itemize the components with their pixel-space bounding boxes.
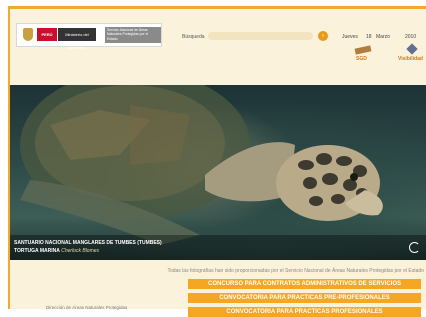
date-year: 2010 [405,34,417,40]
loading-spinner-icon [409,242,420,253]
logo[interactable]: PERÚ Ministerio del Ambiente Servicio Na… [16,23,162,50]
search-go-button[interactable]: › [318,31,328,41]
search-label: Búsqueda [182,34,205,40]
practicas-preprofesionales-button[interactable]: CONVOCATORIA PARA PRACTICAS PRE-PROFESIO… [188,293,421,303]
hero-author: Cherlock Blomes [61,248,100,254]
concurso-cas-button[interactable]: CONCURSO PARA CONTRATOS ADMINISTRATIVOS … [188,279,421,289]
date-weekday: Jueves [342,34,358,40]
hero-subtitle: TORTUGA MARINA Cherlock Blomes [14,248,99,254]
ministerio-logo-label: Ministerio del Ambiente [58,28,96,50]
sgd-link[interactable]: SGD [356,56,367,62]
servicio-logo-label: Servicio Nacional de Áreas Naturales Pro… [105,27,161,43]
header: PERÚ Ministerio del Ambiente Servicio Na… [10,9,426,85]
hero-title: SANTUARIO NACIONAL MANGLARES DE TUMBES (… [14,240,162,246]
turtle-photo [20,85,383,245]
visibilidad-icon[interactable] [406,43,418,55]
photo-credit: Todas las fotografías han sido proporcio… [167,268,424,274]
date-month: Marzo [376,34,390,40]
sgd-icon[interactable] [354,45,372,55]
peru-logo-label: PERÚ [37,28,57,41]
hero-banner[interactable]: SANTUARIO NACIONAL MANGLARES DE TUMBES (… [10,85,426,260]
hero-caption: SANTUARIO NACIONAL MANGLARES DE TUMBES (… [10,235,426,260]
hero-subtitle-prefix: TORTUGA MARINA [14,248,60,254]
coat-of-arms-icon [23,28,33,41]
direccion-link[interactable]: Dirección de Áreas Naturales Protegidas [46,305,127,310]
date-day: 18 [366,34,372,40]
visibilidad-link[interactable]: Visibilidad [398,56,423,62]
search-input[interactable] [208,32,313,40]
